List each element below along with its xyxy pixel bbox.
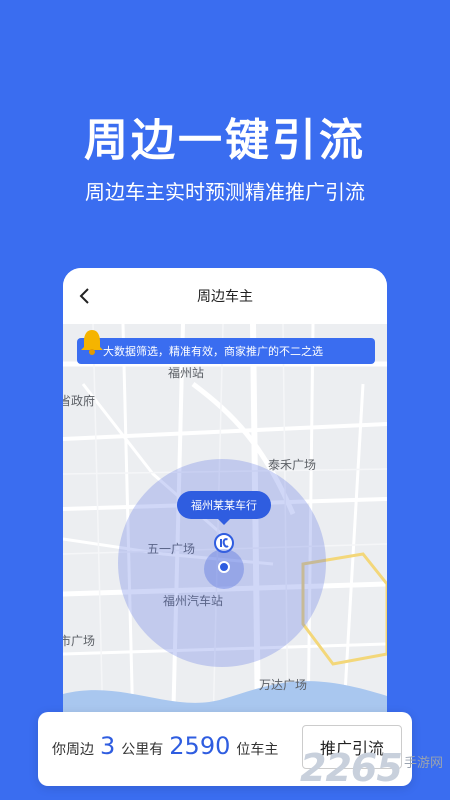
stat-prefix: 你周边 bbox=[52, 742, 94, 758]
chevron-left-icon[interactable] bbox=[73, 284, 97, 308]
owner-count: 2590 bbox=[169, 732, 231, 760]
notice-banner: 大数据筛选，精准有效，商家推广的不二之选 bbox=[77, 338, 375, 364]
map-label: 万达广场 bbox=[259, 678, 308, 692]
nearby-stat: 你周边 3 公里有 2590 位车主 bbox=[52, 732, 278, 766]
watermark-number: 2265 bbox=[300, 746, 403, 790]
stat-middle: 公里有 bbox=[121, 742, 164, 758]
hero-title: 周边一键引流 bbox=[84, 115, 366, 166]
hero-subtitle: 周边车主实时预测精准推广引流 bbox=[85, 180, 365, 204]
map-label: 市广场 bbox=[63, 634, 96, 648]
notice-text: 大数据筛选，精准有效，商家推广的不二之选 bbox=[103, 345, 323, 358]
shop-marker-label[interactable]: 福州某某车行 bbox=[177, 491, 271, 525]
site-watermark: 2265 手游网 bbox=[300, 746, 450, 796]
phone-mockup: 周边车主 福州站 省政府 泰禾广场 五一广场 福州汽车站 市广场 万达广场 大数… bbox=[63, 268, 387, 728]
watermark-text: 手游网 bbox=[404, 756, 444, 771]
page-title: 周边车主 bbox=[197, 289, 253, 305]
map-label: 福州站 bbox=[168, 366, 205, 380]
stat-suffix: 位车主 bbox=[236, 742, 279, 758]
navigation-bar: 周边车主 bbox=[63, 268, 387, 324]
map-label: 省政府 bbox=[63, 394, 96, 408]
map-label: 泰禾广场 bbox=[268, 458, 317, 472]
bell-icon bbox=[80, 328, 104, 356]
location-pin-icon[interactable] bbox=[218, 561, 230, 573]
distance-value: 3 bbox=[100, 732, 116, 760]
